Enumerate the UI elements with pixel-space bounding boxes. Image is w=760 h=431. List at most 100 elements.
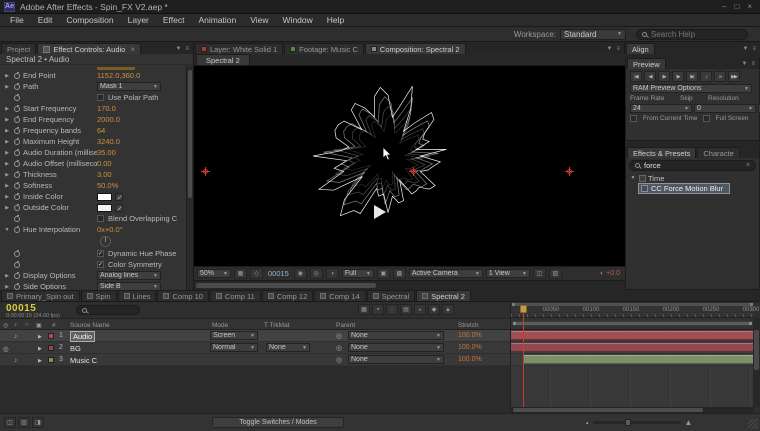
parent-select[interactable]: None▼ — [348, 331, 444, 340]
brainstorm-icon[interactable]: ◆ — [428, 304, 440, 315]
stopwatch-icon[interactable] — [11, 161, 23, 167]
scrollbar-thumb[interactable] — [754, 330, 759, 370]
timeline-tab-primary-spin-out[interactable]: Primary_Spin out — [1, 290, 80, 301]
layer-name[interactable]: Audio — [70, 331, 95, 342]
layer-row-audio[interactable]: ♪▶1AudioScreen▼◎None▼100.0% — [0, 330, 510, 342]
stopwatch-icon[interactable] — [11, 183, 23, 189]
trkmat-select[interactable]: None▼ — [266, 343, 310, 352]
panel-menu-icon[interactable]: ▼ — [607, 46, 613, 52]
full-screen-checkbox[interactable] — [703, 115, 710, 122]
clear-search-icon[interactable]: × — [746, 162, 750, 169]
view-layout-select[interactable]: 1 View▼ — [486, 269, 530, 278]
timeline-tab-comp-14[interactable]: Comp 14 — [314, 290, 365, 301]
twirl-icon[interactable]: ▶ — [3, 284, 11, 290]
stopwatch-icon[interactable] — [11, 216, 23, 222]
stopwatch-icon[interactable] — [11, 73, 23, 79]
hide-shy-layers-icon[interactable]: ◌ — [386, 304, 398, 315]
comp-mini-flowchart-icon[interactable]: ▦ — [358, 304, 370, 315]
column-header-stretch[interactable]: Stretch — [458, 322, 479, 329]
stopwatch-icon[interactable] — [11, 150, 23, 156]
loop-button[interactable]: ∞ — [714, 71, 726, 82]
safe-areas-icon[interactable]: ▦ — [234, 268, 247, 279]
timeline-tab-lines[interactable]: Lines — [118, 290, 157, 301]
checkbox[interactable]: ✓ — [97, 261, 104, 268]
mask-visibility-icon[interactable]: ◇ — [250, 268, 263, 279]
effect-property-select[interactable]: Side B▼ — [97, 282, 161, 290]
effect-property-select[interactable]: Analog lines▼ — [97, 271, 161, 280]
effect-property-value[interactable]: 1152.0,360.0 — [97, 71, 140, 80]
panel-list-icon[interactable]: ≡ — [616, 46, 620, 52]
mode-select[interactable]: Screen▼ — [210, 331, 258, 340]
transparency-grid-icon[interactable]: ▩ — [393, 268, 406, 279]
from-current-time-checkbox[interactable] — [630, 115, 637, 122]
stopwatch-icon[interactable] — [11, 251, 23, 257]
panel-list-icon[interactable]: ≡ — [751, 61, 755, 67]
parent-select[interactable]: None▼ — [348, 355, 444, 364]
layer-color-chip[interactable] — [48, 333, 54, 339]
fast-previews-icon[interactable]: ▨ — [549, 268, 562, 279]
zoom-in-icon[interactable]: ▲ — [685, 418, 693, 427]
zoom-out-icon[interactable]: ▴ — [586, 420, 589, 426]
effects-category-time[interactable]: ▼Time — [626, 173, 759, 183]
twirl-icon[interactable]: ▶ — [3, 106, 11, 112]
menu-layer[interactable]: Layer — [121, 14, 156, 26]
vertical-scrollbar[interactable] — [186, 66, 193, 290]
twirl-icon[interactable]: ▶ — [3, 73, 11, 79]
minimize-button[interactable]: – — [722, 2, 726, 11]
menu-help[interactable]: Help — [320, 14, 351, 26]
ram-preview-button[interactable]: ▶▶ — [728, 71, 740, 82]
twirl-icon[interactable]: ▶ — [3, 161, 11, 167]
twirl-icon[interactable]: ▶ — [3, 117, 11, 123]
timeline-vertical-scrollbar[interactable] — [753, 318, 760, 407]
effect-property-value[interactable]: 0.00 — [97, 159, 112, 168]
checkbox[interactable]: ✓ — [97, 250, 104, 257]
menu-edit[interactable]: Edit — [31, 14, 60, 26]
effect-property-value[interactable]: 2000.0 — [97, 115, 120, 124]
stopwatch-icon[interactable] — [11, 95, 23, 101]
toggle-switches-modes-button[interactable]: Toggle Switches / Modes — [212, 417, 344, 428]
magnification-select[interactable]: 50%▼ — [197, 269, 231, 278]
audio-icon[interactable]: ♪ — [14, 357, 17, 364]
tab-align[interactable]: Align — [626, 43, 655, 54]
effect-property-value[interactable]: 3.00 — [97, 170, 112, 179]
layer-color-chip[interactable] — [48, 345, 54, 351]
scrollbar-thumb[interactable] — [513, 408, 703, 412]
timeline-tab-comp-12[interactable]: Comp 12 — [262, 290, 313, 301]
snapshot-icon[interactable]: ◉ — [294, 268, 307, 279]
viewer-horizontal-scrollbar[interactable] — [194, 280, 625, 290]
panel-menu-icon[interactable]: ▼ — [743, 46, 749, 52]
column-header-trkmat[interactable]: T TrkMat — [264, 322, 290, 329]
panel-list-icon[interactable]: ≡ — [185, 46, 189, 52]
resize-grip[interactable] — [748, 419, 758, 429]
twirl-icon[interactable]: ▶ — [3, 84, 11, 90]
effect-control-point[interactable] — [565, 167, 574, 176]
tab-preview[interactable]: Preview — [627, 58, 666, 69]
pickwhip-icon[interactable]: ◎ — [336, 344, 342, 352]
twirl-icon[interactable]: ▶ — [3, 183, 11, 189]
menu-file[interactable]: File — [3, 14, 31, 26]
tab-project[interactable]: Project — [1, 43, 36, 54]
timeline-tab-comp-10[interactable]: Comp 10 — [157, 290, 208, 301]
last-frame-button[interactable]: ▶| — [686, 71, 698, 82]
work-area-bar[interactable] — [512, 321, 753, 326]
checkbox[interactable] — [97, 215, 104, 222]
effect-property-value[interactable]: 3240.0 — [97, 137, 120, 146]
effect-property-value[interactable]: 0x+0.0° — [97, 225, 123, 234]
timeline-tab-spectral-2[interactable]: Spectral 2 — [416, 290, 471, 301]
effect-property-select[interactable]: Mask 1▼ — [97, 82, 161, 91]
time-navigator[interactable] — [512, 303, 753, 306]
effect-property-value[interactable]: 35.00 — [97, 148, 116, 157]
timeline-zoom-slider[interactable] — [593, 421, 681, 424]
stopwatch-icon[interactable] — [11, 117, 23, 123]
previous-frame-button[interactable]: ◀ — [644, 71, 656, 82]
color-swatch[interactable] — [97, 193, 112, 201]
effects-search-input[interactable]: force × — [629, 160, 756, 171]
stretch-value[interactable]: 100.0% — [458, 332, 482, 339]
timeline-tab-comp-11[interactable]: Comp 11 — [210, 290, 261, 301]
twirl-icon[interactable]: ▶ — [3, 194, 11, 200]
panel-list-icon[interactable]: ≡ — [752, 46, 756, 52]
pixel-aspect-icon[interactable]: ◫ — [533, 268, 546, 279]
time-ruler[interactable]: 000500010000150002000025000300 — [511, 302, 754, 318]
tab-effects-presets[interactable]: Effects & Presets — [627, 147, 696, 158]
graph-editor-icon[interactable]: ▲ — [442, 304, 454, 315]
